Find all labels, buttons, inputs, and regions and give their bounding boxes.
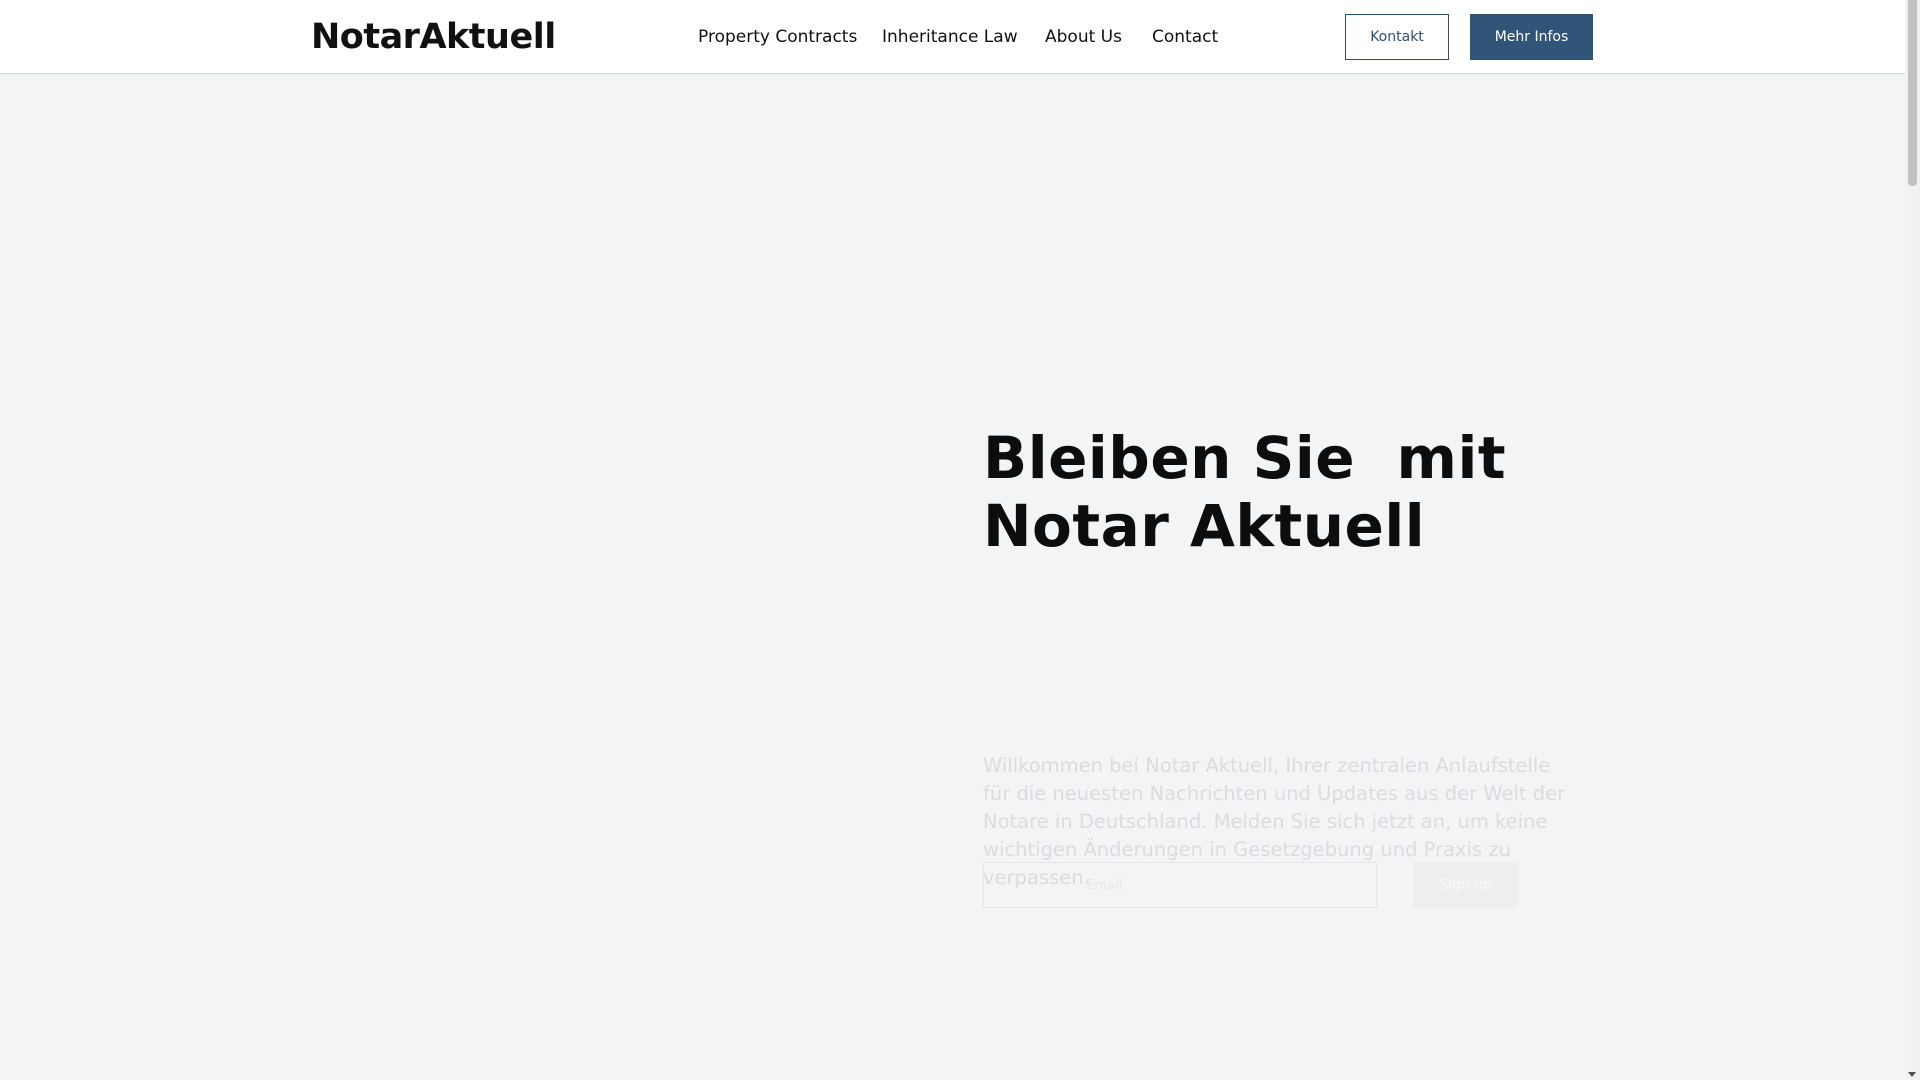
hero-title-line1: Bleiben Sie mit (983, 424, 1507, 492)
page: NotarAktuell Property Contracts Inherita… (0, 0, 1905, 1080)
nav-about-us[interactable]: About Us (1045, 0, 1122, 74)
kontakt-button[interactable]: Kontakt (1345, 14, 1449, 60)
scrollbar[interactable] (1905, 0, 1920, 1080)
nav-inheritance-law[interactable]: Inheritance Law (882, 0, 1018, 74)
signup-button[interactable]: Sign up (1413, 862, 1518, 908)
scrollbar-thumb[interactable] (1908, 0, 1917, 186)
mehr-infos-button[interactable]: Mehr Infos (1470, 14, 1593, 60)
logo[interactable]: NotarAktuell (311, 14, 556, 60)
nav-contact[interactable]: Contact (1152, 0, 1218, 74)
scroll-down-arrow-icon[interactable] (1908, 1072, 1916, 1077)
site-header: NotarAktuell Property Contracts Inherita… (0, 0, 1905, 74)
email-input[interactable] (983, 862, 1377, 908)
hero-title-line2: Notar Aktuell (983, 492, 1426, 560)
hero-title: Bleiben Sie mit Notar Aktuell (983, 424, 1507, 560)
nav-property-contracts[interactable]: Property Contracts (698, 0, 857, 74)
